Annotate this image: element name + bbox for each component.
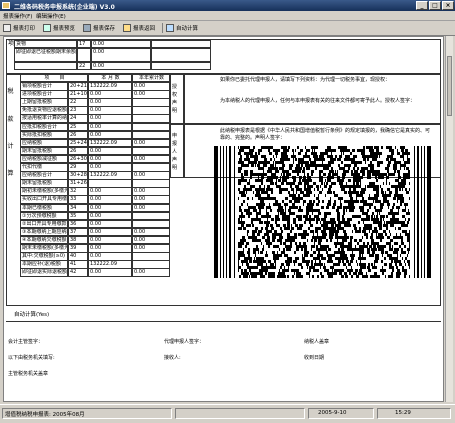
pdf417-barcode: [214, 146, 431, 278]
footer-taxpayer-seal: 纳税人盖章: [304, 339, 330, 345]
top-row-extra-3: [151, 62, 211, 70]
auth-text-1: 如果你已委托代理申报人，请填写下列资料：为代理一切税务事宜，现授权：: [220, 77, 391, 83]
row-ytd-value[interactable]: 0.00: [132, 268, 170, 277]
toolbar: 报表打印 报表预览 报表保存 报表返回 自动计算: [0, 21, 455, 36]
window-title: 二维条码税务申报系统(企业端) V3.0: [14, 4, 115, 11]
top-row-col-2: [77, 48, 91, 62]
close-button[interactable]: ×: [442, 1, 454, 10]
section-label-b: 税: [7, 88, 14, 95]
print-label: 报表打印: [13, 26, 36, 32]
menu-edit-ops[interactable]: 编辑操作(E): [36, 12, 66, 20]
row-label: 即征即退实际退税额: [20, 268, 68, 277]
top-row-extra-2: [151, 48, 211, 62]
footer-divider: [6, 321, 441, 322]
preview-label: 报表预览: [53, 26, 76, 32]
printer-icon: [3, 24, 11, 32]
back-label: 报表返回: [133, 26, 156, 32]
section-label-e: 算: [7, 170, 14, 177]
top-row-label-3: [14, 62, 77, 70]
declare-text: 此纳税申报表是根据《中华人民共和国增值税暂行条例》的规定填报的，我确信它是真实的…: [220, 128, 431, 141]
section-label-c: 款: [7, 116, 14, 123]
back-icon: [123, 24, 131, 32]
maximize-button[interactable]: □: [429, 1, 441, 10]
top-row-col-3: 22: [77, 62, 91, 70]
status-date: 2005-9-10: [318, 410, 347, 416]
auth-text-2: 为本纳税人的代理申报人，任何与本申报表有关的往来文件都可寄予此人。授权人签字：: [220, 98, 416, 104]
preview-icon: [43, 24, 51, 32]
toolbar-separator: [162, 23, 163, 33]
print-button[interactable]: 报表打印: [3, 23, 35, 33]
calculator-icon: [166, 24, 174, 32]
auto-calc-indicator: 自动计算(Yes): [14, 312, 50, 318]
preview-button[interactable]: 报表预览: [43, 23, 75, 33]
top-row-label-1: 货物: [14, 40, 77, 48]
status-panel-mid: [175, 408, 305, 419]
row-number: 42: [68, 268, 88, 277]
back-button[interactable]: 报表返回: [123, 23, 155, 33]
footer-tax-office: 以下由税务机关填写:: [8, 355, 55, 361]
top-row-extra-1: [151, 40, 211, 48]
auth-side-label: 授权声明: [172, 84, 178, 114]
scrollbar-thumb[interactable]: [447, 56, 452, 116]
top-row-value-2[interactable]: 0.00: [91, 48, 151, 62]
footer-receiver: 接收人:: [164, 355, 181, 361]
status-bar: 增值税纳税申报表: 2005年08月 2005-9-10 15:29: [0, 404, 455, 423]
status-report-period: 增值税纳税申报表: 2005年08月: [5, 412, 85, 418]
declare-side-label: 申报人声明: [172, 133, 178, 171]
menu-bar: 报表操作(F) 编辑操作(E): [0, 11, 455, 21]
header-period: 本 月 数: [88, 74, 132, 82]
footer-authority-seal: 主管税务机关盖章: [8, 371, 49, 377]
vertical-scrollbar[interactable]: [445, 36, 453, 402]
minimize-button[interactable]: _: [416, 1, 428, 10]
section-label-d: 计: [7, 143, 14, 150]
footer-agent: 代理申报人签字：: [164, 339, 205, 345]
save-label: 报表保存: [93, 26, 116, 32]
top-row-value-1[interactable]: 0.00: [91, 40, 151, 48]
auto-calc-button[interactable]: 自动计算: [166, 23, 198, 33]
header-item: 项 目: [20, 74, 88, 82]
save-button[interactable]: 报表保存: [83, 23, 115, 33]
top-row-col-1: 17: [77, 40, 91, 48]
status-panel-time: [377, 408, 451, 419]
footer-accountant: 会计主管签字：: [8, 339, 44, 345]
menu-report-ops[interactable]: 报表操作(F): [3, 12, 32, 20]
auto-calc-label: 自动计算: [176, 26, 199, 32]
row-period-value[interactable]: 0.00: [88, 268, 132, 277]
header-ytd: 本年累计数: [132, 74, 170, 82]
save-icon: [83, 24, 91, 32]
top-row-label-2: 即征即退已征税额期末余额: [14, 48, 77, 62]
footer-received-date: 收到日期: [304, 355, 325, 361]
app-icon: [2, 2, 10, 9]
top-row-value-3[interactable]: 0.00: [91, 62, 151, 70]
title-bar: 二维条码税务申报系统(企业端) V3.0 _ □ ×: [0, 0, 455, 11]
status-time: 15:29: [395, 410, 411, 416]
